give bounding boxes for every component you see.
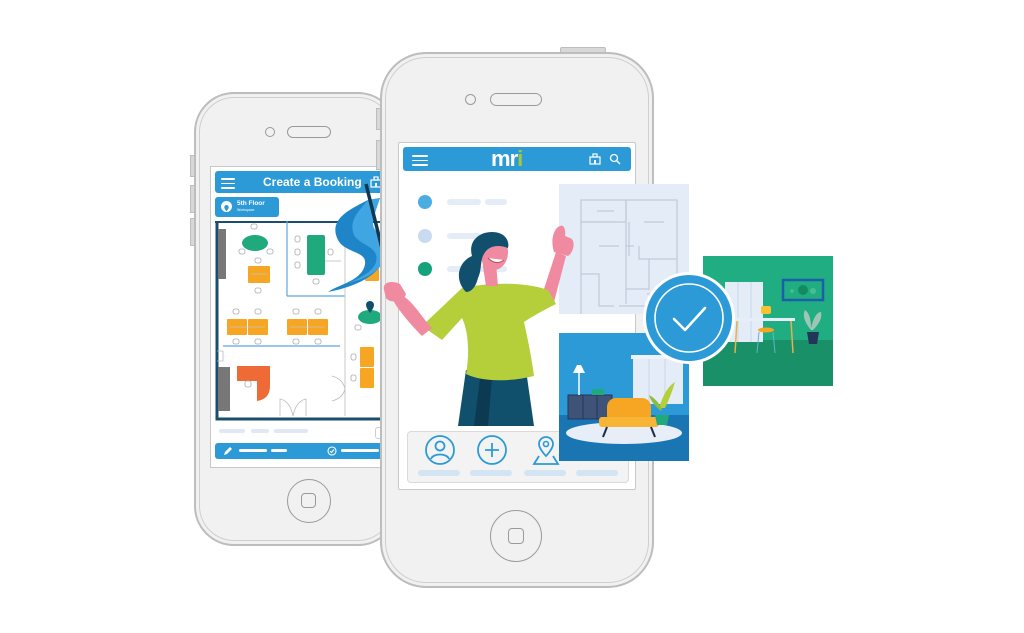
search-icon[interactable]	[609, 153, 621, 165]
confirmation-badge	[643, 272, 735, 364]
shirt	[422, 283, 556, 381]
meeting-table[interactable]	[242, 235, 268, 251]
front-phone-speaker	[490, 93, 542, 106]
tab-label-line	[470, 470, 512, 476]
action-label-line	[239, 449, 267, 452]
action-label-line	[341, 449, 379, 452]
tab-add[interactable]	[468, 434, 514, 478]
plus-circle-icon	[477, 435, 507, 465]
floor-selector[interactable]: 5th Floor Workspace	[215, 197, 279, 217]
action-label-line	[271, 449, 287, 452]
wall-cabinet	[218, 229, 226, 279]
map-pin-icon	[532, 436, 560, 465]
floor-label: 5th Floor	[237, 200, 265, 207]
booking-action-bar[interactable]	[215, 443, 385, 459]
location-pin-icon	[221, 201, 232, 212]
thumbs-up-hand	[552, 225, 574, 256]
placeholder-line	[274, 429, 308, 433]
tab-profile[interactable]	[416, 434, 462, 478]
hamburger-menu-icon[interactable]	[412, 155, 428, 166]
building-icon[interactable]	[589, 153, 601, 165]
back-phone-volume-up	[190, 185, 195, 213]
app-header: mri	[403, 147, 631, 171]
checkmark-icon	[654, 283, 724, 353]
back-phone-speaker	[287, 126, 331, 138]
desk[interactable]	[248, 266, 270, 283]
back-phone-home-button[interactable]	[287, 479, 331, 523]
placeholder-line	[251, 429, 269, 433]
user-icon	[425, 435, 455, 465]
floor-sublabel: Workspace	[237, 208, 255, 212]
hamburger-menu-icon[interactable]	[221, 178, 235, 189]
placeholder-line	[219, 429, 245, 433]
mri-logo: mri	[491, 146, 523, 171]
tab-label-line	[418, 470, 460, 476]
wall-cabinet	[218, 367, 230, 411]
check-circle-icon[interactable]	[327, 446, 337, 456]
tab-label-line	[524, 470, 566, 476]
woman-illustration	[383, 225, 574, 426]
front-phone-home-button[interactable]	[490, 510, 542, 562]
tab-label-line	[576, 470, 618, 476]
front-phone-camera	[465, 94, 476, 105]
back-phone-camera	[265, 127, 275, 137]
flag-hand	[383, 282, 406, 302]
back-phone-volume-down	[190, 218, 195, 246]
pencil-icon[interactable]	[223, 446, 233, 456]
back-phone-mute-switch	[190, 155, 195, 177]
